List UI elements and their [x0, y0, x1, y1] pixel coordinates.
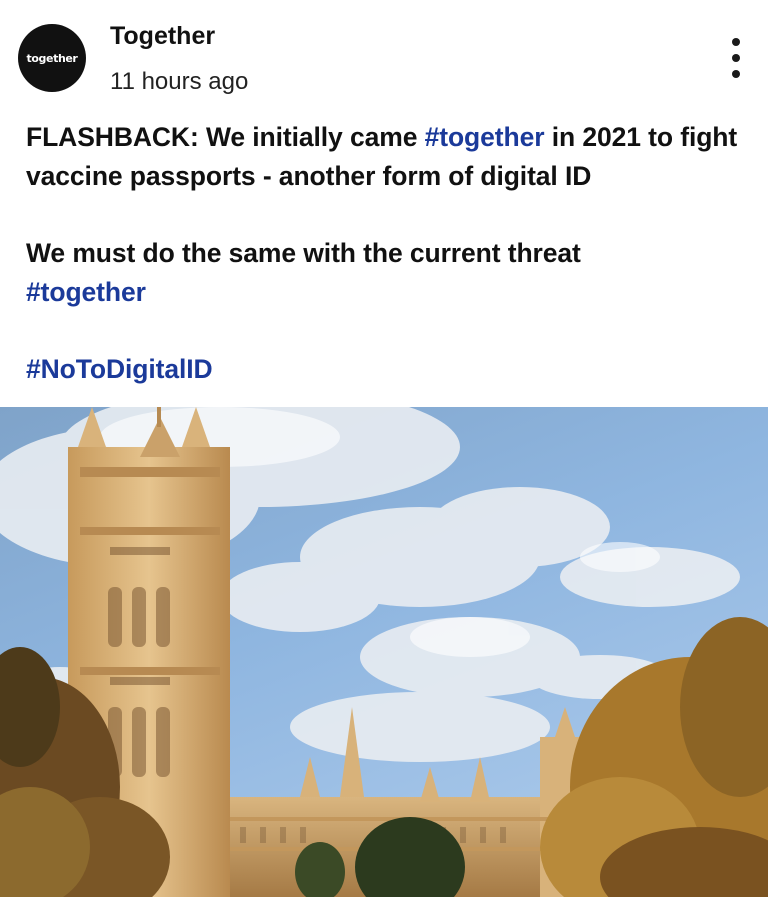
more-vertical-icon-dot	[732, 54, 740, 62]
westminster-photo	[0, 407, 768, 897]
post-body: FLASHBACK: We initially came #together i…	[26, 118, 746, 389]
hashtag-link[interactable]: #together	[26, 277, 146, 307]
post-text-segment: FLASHBACK: We initially came	[26, 122, 425, 152]
hashtag-link[interactable]: #NoToDigitalID	[26, 354, 213, 384]
post-photo[interactable]	[0, 407, 768, 897]
more-vertical-icon-dot	[732, 70, 740, 78]
post-paragraph-2: We must do the same with the current thr…	[26, 234, 746, 312]
avatar-logo-text: together	[26, 51, 78, 65]
post-text-segment: We must do the same with the current thr…	[26, 238, 581, 268]
post-card: together Together 11 hours ago FLASHBACK…	[0, 0, 768, 897]
post-timestamp: 11 hours ago	[110, 68, 249, 95]
avatar[interactable]: together	[18, 24, 86, 92]
post-header: together Together 11 hours ago	[0, 0, 768, 110]
hashtag-link[interactable]: #together	[425, 122, 545, 152]
post-paragraph-3: #NoToDigitalID	[26, 350, 746, 389]
more-options-button[interactable]	[724, 38, 748, 78]
post-paragraph-1: FLASHBACK: We initially came #together i…	[26, 118, 746, 196]
more-vertical-icon	[732, 38, 740, 46]
account-name[interactable]: Together	[110, 22, 215, 51]
